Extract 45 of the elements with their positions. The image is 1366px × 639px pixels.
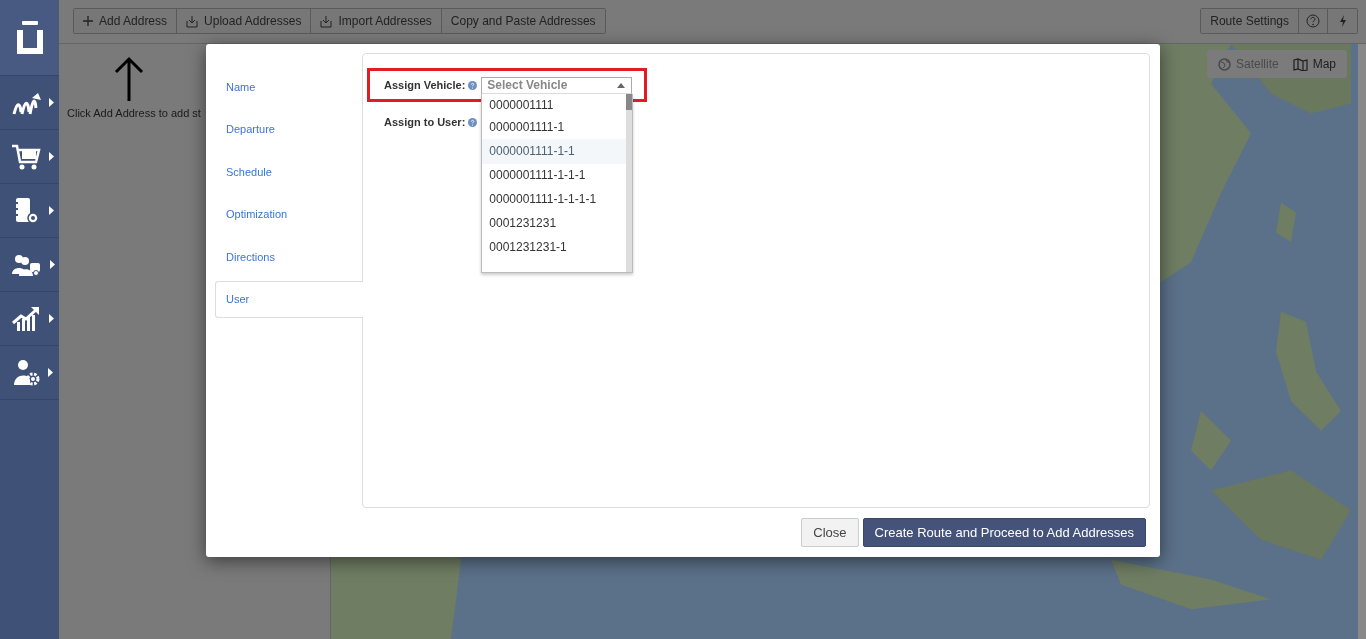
dropdown-option[interactable]: 0000001111-1-1	[482, 138, 627, 164]
globe-icon	[1217, 57, 1231, 71]
route-settings-button[interactable]: Route Settings	[1201, 9, 1299, 33]
map-type-button[interactable]: Map	[1285, 50, 1343, 78]
dropdown-option[interactable]: 0000001111-1	[482, 114, 627, 140]
vehicle-select[interactable]: Select Vehicle	[481, 76, 633, 94]
dropdown-option[interactable]: 0001231231-1	[482, 234, 627, 260]
tray-arrow-icon	[320, 14, 333, 28]
close-button[interactable]: Close	[801, 518, 859, 547]
lightning-icon	[1338, 15, 1347, 27]
modal-tab[interactable]: Name	[215, 68, 362, 105]
dropdown-option[interactable]: 0000001111-1-1-1-1	[482, 186, 627, 212]
modal-tab[interactable]: Directions	[215, 238, 362, 275]
growth-chart-icon[interactable]	[11, 305, 41, 332]
modal-tab[interactable]: User	[215, 280, 363, 318]
dropdown-option[interactable]: 0000001111-1-1-1	[482, 162, 627, 188]
help-icon[interactable]	[468, 80, 478, 90]
expand-caret-icon[interactable]	[49, 98, 54, 107]
folded-map-icon	[1292, 57, 1308, 71]
expand-caret-icon[interactable]	[50, 260, 55, 269]
expand-caret-icon[interactable]	[49, 152, 54, 161]
modal-tab[interactable]: Departure	[215, 110, 362, 148]
field-label: Assign Vehicle:	[384, 79, 466, 91]
modal-tab[interactable]: Schedule	[215, 153, 362, 190]
caret-icon	[617, 82, 626, 88]
modal-tab[interactable]: Optimization	[215, 195, 362, 233]
scrollbar[interactable]	[626, 93, 633, 272]
user-gear-icon[interactable]	[12, 359, 40, 386]
up-arrow-icon	[114, 56, 144, 102]
dropdown-option[interactable]: 0001231231	[482, 210, 627, 236]
plus-icon	[83, 16, 93, 26]
cart-icon[interactable]	[11, 143, 41, 170]
empty-hint-text: Click Add Address to add st	[67, 107, 201, 119]
expand-caret-icon[interactable]	[49, 206, 54, 215]
help-icon	[1306, 14, 1320, 28]
expand-caret-icon[interactable]	[48, 368, 53, 377]
tray-arrow-icon	[186, 14, 199, 28]
dropdown-option[interactable]: 0000001111	[482, 93, 627, 116]
logo-icon[interactable]	[14, 21, 45, 54]
expand-caret-icon[interactable]	[49, 314, 54, 323]
create-route-button[interactable]: Create Route and Proceed to Add Addresses	[862, 518, 1146, 547]
help-icon[interactable]	[468, 117, 478, 127]
toolbar-button[interactable]: Add Address	[74, 9, 178, 33]
field-label: Assign to User:	[384, 116, 466, 128]
scroll-thumb[interactable]	[626, 93, 633, 110]
